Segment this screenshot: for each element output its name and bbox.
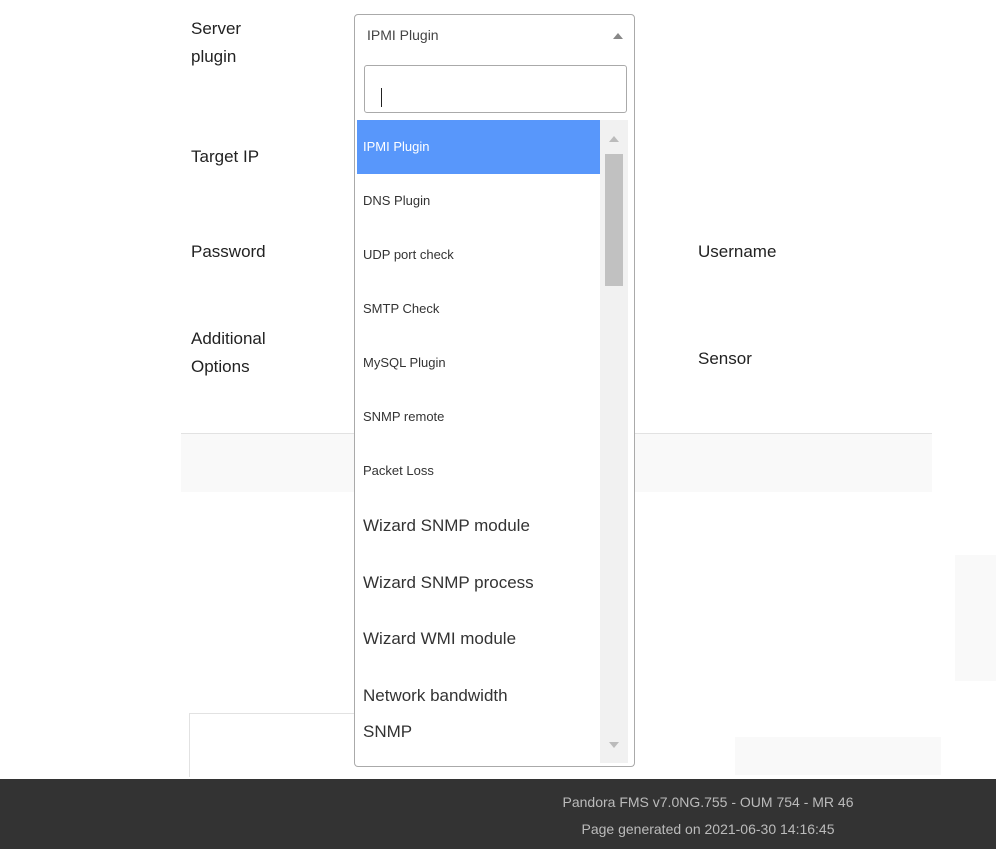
option-udp-port-check[interactable]: UDP port check — [357, 228, 600, 282]
bottom-left-rule — [189, 713, 354, 714]
bottom-shade — [735, 737, 941, 775]
select-current-value: IPMI Plugin — [367, 27, 439, 43]
search-wrapper — [364, 65, 627, 113]
footer-version: Pandora FMS v7.0NG.755 - OUM 754 - MR 46 — [562, 794, 854, 810]
option-snmp-remote[interactable]: SNMP remote — [357, 390, 600, 444]
option-network-bandwidth-snmp[interactable]: Network bandwidth SNMP — [357, 667, 600, 759]
option-wizard-snmp-process[interactable]: Wizard SNMP process — [357, 554, 600, 611]
target-ip-label: Target IP — [191, 147, 260, 166]
option-mysql-plugin[interactable]: MySQL Plugin — [357, 336, 600, 390]
footer-generated: Page generated on 2021-06-30 14:16:45 — [581, 821, 835, 837]
select-dropdown: IPMI Plugin DNS Plugin UDP port check SM… — [354, 55, 635, 767]
username-label: Username — [698, 242, 777, 261]
dropdown-scrollbar[interactable] — [600, 120, 628, 763]
option-packet-loss[interactable]: Packet Loss — [357, 444, 600, 498]
server-plugin-label: Server plugin — [191, 19, 242, 66]
chevron-up-icon[interactable] — [613, 33, 623, 39]
bottom-left-divider — [189, 713, 190, 777]
scroll-down-icon[interactable] — [609, 742, 619, 748]
additional-options-label: Additional Options — [191, 329, 266, 376]
text-caret — [381, 88, 382, 107]
side-panel-shade — [955, 555, 996, 681]
option-ipmi-plugin[interactable]: IPMI Plugin — [357, 120, 600, 174]
server-plugin-select[interactable]: IPMI Plugin — [354, 14, 635, 56]
sensor-label: Sensor — [698, 349, 752, 368]
option-dns-plugin[interactable]: DNS Plugin — [357, 174, 600, 228]
dropdown-search-input[interactable] — [364, 65, 627, 113]
option-wizard-snmp-module[interactable]: Wizard SNMP module — [357, 498, 600, 554]
password-label: Password — [191, 242, 266, 261]
page-footer: Pandora FMS v7.0NG.755 - OUM 754 - MR 46… — [0, 779, 996, 849]
option-smtp-check[interactable]: SMTP Check — [357, 282, 600, 336]
scroll-up-icon[interactable] — [609, 136, 619, 142]
option-wizard-wmi-module[interactable]: Wizard WMI module — [357, 611, 600, 667]
scroll-thumb[interactable] — [605, 154, 623, 286]
